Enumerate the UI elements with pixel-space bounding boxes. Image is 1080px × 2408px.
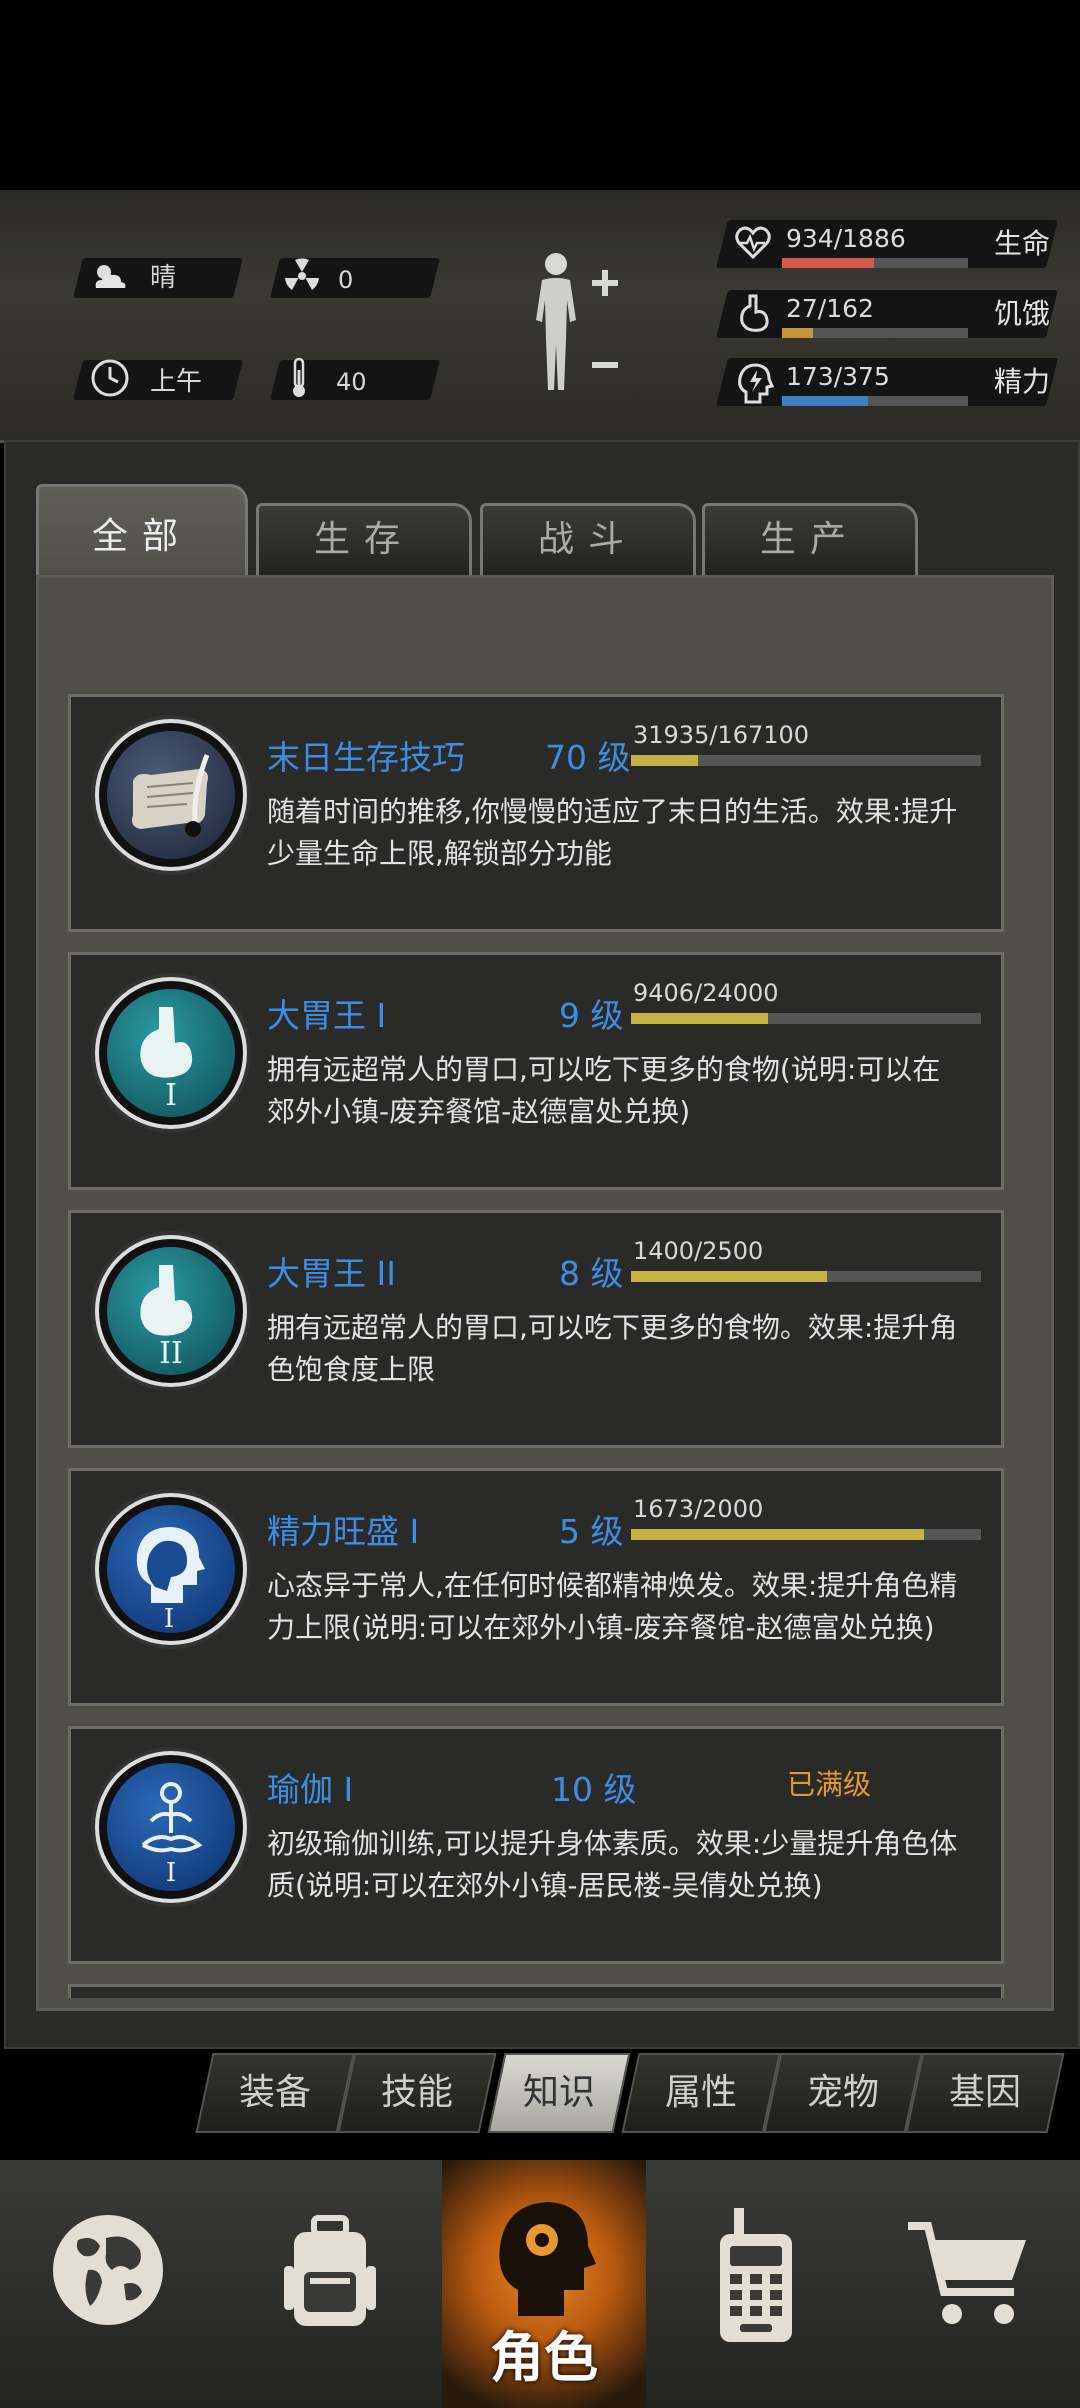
hunger-label: 饥饿: [994, 297, 1051, 330]
skill-progress-text: 31935/167100: [633, 721, 810, 749]
temperature-value: 40: [336, 368, 367, 396]
skill-progress-text: 9406/24000: [633, 979, 779, 1007]
skill-card[interactable]: 末日生存技巧 70 级 31935/167100 随着时间的推移,你慢慢的适应了…: [68, 694, 1004, 932]
globe-icon: [53, 2215, 163, 2325]
radiation-icon: [282, 256, 322, 296]
skill-level: 70 级: [545, 738, 631, 777]
shopping-cart-icon: [908, 2222, 1026, 2324]
nav-shop-button[interactable]: [864, 2160, 1080, 2408]
backpack-icon: [284, 2215, 376, 2326]
skill-level: 5 级: [559, 1512, 624, 1551]
svg-text:II: II: [159, 1336, 183, 1371]
subtab-skills[interactable]: 技能: [337, 2053, 497, 2133]
nav-character-button[interactable]: 角色: [442, 2160, 646, 2408]
skill-name: 大胃王 II: [267, 1254, 396, 1293]
skill-card[interactable]: II 大胃王 II 8 级 1400/2500 拥有远超常人的胃口,可以吃下更多…: [68, 1210, 1004, 1448]
energy-bar-fill: [782, 396, 868, 406]
skill-progress-bar: [631, 1013, 981, 1024]
skill-name: 瑜伽 I: [267, 1770, 354, 1809]
skill-description: 心态异于常人,在任何时候都精神焕发。效果:提升角色精力上限(说明:可以在郊外小镇…: [267, 1569, 958, 1644]
next-card-edge: [68, 1984, 1004, 1998]
skill-name: 精力旺盛 I: [267, 1512, 420, 1551]
head-bolt-icon: [736, 362, 776, 404]
subtab-genes[interactable]: 基因: [905, 2053, 1065, 2133]
skill-progress-fill: [631, 1013, 769, 1024]
skill-card[interactable]: I 大胃王 I 9 级 9406/24000 拥有远超常人的胃口,可以吃下更多的…: [68, 952, 1004, 1190]
nav-character-label: 角色: [490, 2326, 598, 2389]
svg-text:I: I: [164, 1604, 174, 1633]
energy-label: 精力: [994, 365, 1051, 398]
status-bar: 晴 0 上午 40 934/1886 生命 27/162 饥饿 173/375 …: [0, 190, 1080, 443]
clock-icon: [90, 358, 130, 398]
svg-text:I: I: [165, 1078, 177, 1113]
character-head-icon: [499, 2202, 596, 2316]
tab-all[interactable]: 全部: [36, 484, 248, 579]
nav-backpack-button[interactable]: [222, 2160, 440, 2408]
skill-progress-bar: [631, 755, 981, 766]
skill-name: 大胃王 I: [267, 996, 387, 1035]
subtab-attributes[interactable]: 属性: [621, 2053, 781, 2133]
hunger-bar-fill: [782, 328, 814, 338]
skill-progress-fill: [631, 755, 698, 766]
skill-progress-text: 1400/2500: [633, 1237, 764, 1265]
weather-icon: [88, 256, 128, 296]
max-level-badge: 已满级: [787, 1768, 872, 1801]
energy-value: 173/375: [786, 362, 890, 391]
health-bar-fill: [782, 258, 875, 268]
subtab-knowledge[interactable]: 知识: [487, 2053, 631, 2133]
hunger-value: 27/162: [786, 294, 874, 323]
skill-name: 末日生存技巧: [267, 738, 465, 777]
skill-progress-fill: [631, 1271, 827, 1282]
skill-description: 随着时间的推移,你慢慢的适应了末日的生活。效果:提升少量生命上限,解锁部分功能: [267, 795, 958, 870]
skill-description: 拥有远超常人的胃口,可以吃下更多的食物。效果:提升角色饱食度上限: [267, 1311, 958, 1386]
svg-text:I: I: [166, 1858, 176, 1888]
skill-card[interactable]: I 瑜伽 I 10 级 已满级 初级瑜伽训练,可以提升身体素质。效果:少量提升角…: [68, 1726, 1004, 1964]
skill-progress-fill: [631, 1529, 924, 1540]
thermometer-icon: [284, 356, 324, 397]
time-text: 上午: [150, 367, 203, 397]
skill-description: 初级瑜伽训练,可以提升身体素质。效果:少量提升角色体质(说明:可以在郊外小镇-居…: [267, 1827, 958, 1902]
scroll-quill-icon: [99, 723, 243, 867]
yoga-1-icon: I: [99, 1755, 243, 1899]
skill-progress-bar: [631, 1529, 981, 1540]
skill-description: 拥有远超常人的胃口,可以吃下更多的食物(说明:可以在郊外小镇-废弃餐馆-赵德富处…: [267, 1053, 941, 1128]
head-1-icon: I: [99, 1497, 243, 1641]
skill-progress-bar: [631, 1271, 981, 1282]
health-value: 934/1886: [786, 224, 906, 253]
health-label: 生命: [994, 227, 1051, 260]
subtab-pets[interactable]: 宠物: [763, 2053, 923, 2133]
nav-world-button[interactable]: [0, 2160, 220, 2408]
tab-combat[interactable]: 战斗: [480, 503, 696, 576]
skill-level: 9 级: [559, 996, 624, 1035]
radiation-value: 0: [338, 266, 354, 294]
skill-level: 8 级: [559, 1254, 624, 1293]
subtab-equipment[interactable]: 装备: [195, 2053, 355, 2133]
stomach-icon: [736, 294, 776, 334]
body-figure-icon: [536, 253, 618, 390]
skill-progress-text: 1673/2000: [633, 1495, 764, 1523]
stomach-2-icon: II: [99, 1239, 243, 1383]
stomach-1-icon: I: [99, 981, 243, 1125]
body-status-button[interactable]: [520, 250, 630, 400]
skill-level: 10 级: [551, 1770, 637, 1809]
tab-survival[interactable]: 生存: [256, 503, 472, 576]
walkie-talkie-icon: [720, 2208, 792, 2342]
heart-pulse-icon: [734, 224, 774, 264]
skill-card[interactable]: I 精力旺盛 I 5 级 1673/2000 心态异于常人,在任何时候都精神焕发…: [68, 1468, 1004, 1706]
nav-radio-button[interactable]: [648, 2160, 862, 2408]
tab-production[interactable]: 生产: [702, 503, 918, 576]
weather-text: 晴: [150, 263, 177, 293]
